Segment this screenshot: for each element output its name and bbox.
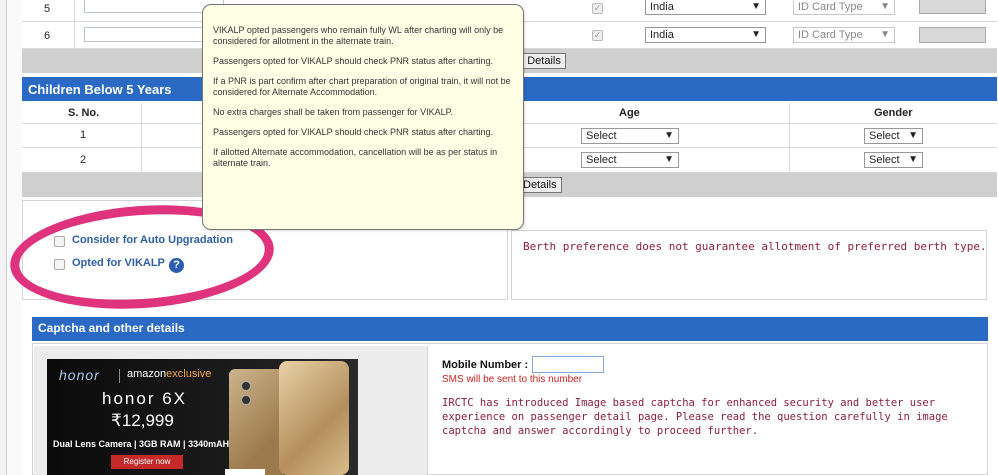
mobile-number-label: Mobile Number : bbox=[442, 359, 529, 371]
dropdown-arrow-icon: ▼ bbox=[880, 29, 890, 40]
ad-brand: honor bbox=[59, 367, 100, 383]
row-number: 1 bbox=[80, 129, 87, 141]
page-left-edge bbox=[0, 0, 7, 475]
ad-footer-strip bbox=[225, 469, 265, 475]
id-number-field[interactable] bbox=[919, 0, 986, 14]
dropdown-arrow-icon: ▼ bbox=[880, 1, 890, 12]
tooltip-paragraph: Passengers opted for VIKALP should check… bbox=[213, 127, 493, 137]
row-number: 6 bbox=[44, 30, 51, 42]
child-age-select[interactable]: Select ▼ bbox=[581, 152, 679, 168]
ad-price: ₹12,999 bbox=[111, 411, 174, 430]
tooltip-paragraph: If a PNR is part confirm after chart pre… bbox=[213, 76, 511, 97]
dropdown-arrow-icon: ▼ bbox=[751, 1, 761, 12]
honor-ad-banner[interactable]: honor amazonexclusive honor 6X ₹12,999 D… bbox=[47, 359, 358, 475]
phone-image-front bbox=[279, 361, 349, 475]
row-number: 5 bbox=[44, 3, 51, 15]
dropdown-arrow-icon: ▼ bbox=[664, 130, 674, 141]
mobile-number-input[interactable] bbox=[532, 356, 604, 373]
tooltip-paragraph: If allotted Alternate accommodation, can… bbox=[213, 147, 498, 168]
captcha-section-header: Captcha and other details bbox=[32, 317, 988, 341]
dropdown-arrow-icon: ▼ bbox=[751, 29, 761, 40]
dropdown-arrow-icon: ▼ bbox=[908, 130, 918, 141]
ad-model: honor 6X bbox=[102, 389, 187, 408]
ad-separator bbox=[119, 369, 120, 383]
dropdown-arrow-icon: ▼ bbox=[908, 154, 918, 165]
nationality-select[interactable]: India ▼ bbox=[645, 27, 766, 43]
column-sno: S. No. bbox=[68, 107, 100, 119]
checkbox-icon[interactable]: ✓ bbox=[592, 30, 603, 41]
id-card-type-select[interactable]: ID Card Type ▼ bbox=[793, 27, 895, 43]
tooltip-paragraph: No extra charges shall be taken from pas… bbox=[213, 107, 453, 117]
ad-partner: amazonexclusive bbox=[127, 368, 212, 380]
row-number: 2 bbox=[80, 154, 87, 166]
vikalp-tooltip: VIKALP opted passengers who remain fully… bbox=[202, 4, 524, 230]
sms-note: SMS will be sent to this number bbox=[442, 374, 583, 385]
checkbox-icon[interactable]: ✓ bbox=[592, 3, 603, 14]
column-gender: Gender bbox=[874, 107, 913, 119]
dropdown-arrow-icon: ▼ bbox=[664, 154, 674, 165]
id-number-field[interactable] bbox=[919, 27, 986, 43]
add-child-details-button[interactable]: Details bbox=[518, 177, 562, 193]
column-age: Age bbox=[619, 107, 640, 119]
camera-lens-icon bbox=[241, 381, 251, 391]
id-card-type-select[interactable]: ID Card Type ▼ bbox=[793, 0, 895, 15]
ad-register-button[interactable]: Register now bbox=[111, 455, 183, 469]
child-age-select[interactable]: Select ▼ bbox=[581, 128, 679, 144]
camera-lens-icon bbox=[241, 395, 251, 405]
tooltip-paragraph: VIKALP opted passengers who remain fully… bbox=[213, 25, 504, 46]
tooltip-paragraph: Passengers opted for VIKALP should check… bbox=[213, 56, 493, 66]
child-gender-select[interactable]: Select ▼ bbox=[864, 152, 923, 168]
child-gender-select[interactable]: Select ▼ bbox=[864, 128, 923, 144]
nationality-select[interactable]: India ▼ bbox=[645, 0, 766, 15]
captcha-info-text: IRCTC has introduced Image based captcha… bbox=[442, 397, 948, 437]
page-margin bbox=[7, 0, 21, 475]
berth-preference-note: Berth preference does not guarantee allo… bbox=[523, 240, 987, 253]
